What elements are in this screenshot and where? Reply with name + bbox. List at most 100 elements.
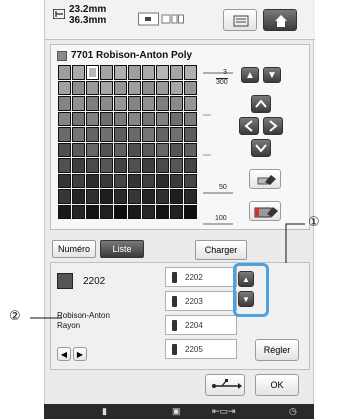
- scroll-down-small-button[interactable]: ▼: [263, 67, 281, 83]
- move-right-button[interactable]: [263, 117, 283, 135]
- color-cell[interactable]: [100, 204, 113, 219]
- color-cell[interactable]: [86, 80, 99, 95]
- color-cell[interactable]: [114, 189, 127, 204]
- color-cell[interactable]: [114, 111, 127, 126]
- color-cell[interactable]: [156, 111, 169, 126]
- thread-list-item[interactable]: 2203: [165, 291, 237, 311]
- color-cell[interactable]: [100, 65, 113, 80]
- color-cell[interactable]: [128, 96, 141, 111]
- color-cell[interactable]: [86, 173, 99, 188]
- color-cell[interactable]: [86, 111, 99, 126]
- color-cell[interactable]: [170, 65, 183, 80]
- color-cell[interactable]: [128, 111, 141, 126]
- color-cell[interactable]: [72, 80, 85, 95]
- color-cell[interactable]: [58, 127, 71, 142]
- color-cell[interactable]: [100, 158, 113, 173]
- move-down-button[interactable]: [251, 139, 271, 157]
- color-cell[interactable]: [100, 96, 113, 111]
- thread-list-item[interactable]: 2202: [165, 267, 237, 287]
- color-cell[interactable]: [156, 204, 169, 219]
- color-cell[interactable]: [58, 158, 71, 173]
- color-cell[interactable]: [142, 111, 155, 126]
- color-cell[interactable]: [114, 127, 127, 142]
- color-cell[interactable]: [58, 80, 71, 95]
- color-cell[interactable]: [58, 96, 71, 111]
- color-cell[interactable]: [128, 142, 141, 157]
- color-cell[interactable]: [184, 189, 197, 204]
- color-cell[interactable]: [100, 80, 113, 95]
- color-cell[interactable]: [142, 65, 155, 80]
- memory-button[interactable]: [223, 9, 257, 31]
- color-cell[interactable]: [128, 173, 141, 188]
- color-cell[interactable]: [184, 158, 197, 173]
- color-cell[interactable]: [170, 80, 183, 95]
- color-cell[interactable]: [114, 65, 127, 80]
- color-cell[interactable]: [142, 189, 155, 204]
- ok-button[interactable]: OK: [255, 374, 299, 396]
- color-cell[interactable]: [156, 142, 169, 157]
- color-cell[interactable]: [184, 127, 197, 142]
- color-cell[interactable]: [170, 142, 183, 157]
- color-cell[interactable]: [184, 111, 197, 126]
- color-palette-grid[interactable]: [58, 65, 202, 225]
- color-cell[interactable]: [72, 65, 85, 80]
- color-cell[interactable]: [142, 158, 155, 173]
- eraser-button[interactable]: [249, 169, 281, 189]
- color-cell[interactable]: [72, 158, 85, 173]
- color-cell[interactable]: [86, 204, 99, 219]
- color-cell[interactable]: [86, 96, 99, 111]
- color-cell[interactable]: [142, 96, 155, 111]
- color-cell[interactable]: [142, 80, 155, 95]
- charger-button[interactable]: Charger: [195, 240, 247, 260]
- color-cell[interactable]: [100, 189, 113, 204]
- color-cell[interactable]: [128, 65, 141, 80]
- color-cell[interactable]: [128, 204, 141, 219]
- color-cell[interactable]: [156, 127, 169, 142]
- move-up-button[interactable]: [251, 95, 271, 113]
- color-cell[interactable]: [72, 96, 85, 111]
- color-cell[interactable]: [142, 173, 155, 188]
- color-cell[interactable]: [156, 65, 169, 80]
- liste-tab[interactable]: Liste: [100, 240, 144, 258]
- color-cell[interactable]: [156, 158, 169, 173]
- color-cell[interactable]: [72, 173, 85, 188]
- thread-list-item[interactable]: 2204: [165, 315, 237, 335]
- color-cell[interactable]: [128, 127, 141, 142]
- color-cell[interactable]: [58, 111, 71, 126]
- brand-prev-button[interactable]: ◀: [57, 347, 71, 361]
- color-cell[interactable]: [100, 142, 113, 157]
- regler-button[interactable]: Régler: [255, 339, 299, 361]
- color-cell[interactable]: [170, 204, 183, 219]
- color-cell[interactable]: [170, 189, 183, 204]
- color-cell[interactable]: [86, 65, 99, 80]
- color-cell[interactable]: [184, 204, 197, 219]
- color-cell[interactable]: [128, 80, 141, 95]
- color-cell[interactable]: [170, 158, 183, 173]
- color-cell[interactable]: [72, 189, 85, 204]
- color-cell[interactable]: [100, 127, 113, 142]
- color-cell[interactable]: [128, 158, 141, 173]
- color-cell[interactable]: [156, 189, 169, 204]
- custom-palette-button[interactable]: [249, 201, 281, 221]
- color-cell[interactable]: [170, 173, 183, 188]
- color-cell[interactable]: [170, 96, 183, 111]
- home-button[interactable]: [263, 9, 297, 31]
- color-cell[interactable]: [100, 111, 113, 126]
- color-cell[interactable]: [58, 189, 71, 204]
- color-cell[interactable]: [86, 127, 99, 142]
- color-cell[interactable]: [114, 173, 127, 188]
- color-cell[interactable]: [72, 111, 85, 126]
- color-cell[interactable]: [184, 96, 197, 111]
- color-cell[interactable]: [58, 65, 71, 80]
- color-cell[interactable]: [114, 204, 127, 219]
- move-left-button[interactable]: [239, 117, 259, 135]
- color-cell[interactable]: [58, 173, 71, 188]
- color-cell[interactable]: [184, 142, 197, 157]
- color-cell[interactable]: [86, 189, 99, 204]
- color-cell[interactable]: [184, 173, 197, 188]
- thread-list-item[interactable]: 2205: [165, 339, 237, 359]
- color-cell[interactable]: [58, 142, 71, 157]
- color-cell[interactable]: [142, 204, 155, 219]
- color-cell[interactable]: [114, 158, 127, 173]
- scroll-up-small-button[interactable]: ▲: [241, 67, 259, 83]
